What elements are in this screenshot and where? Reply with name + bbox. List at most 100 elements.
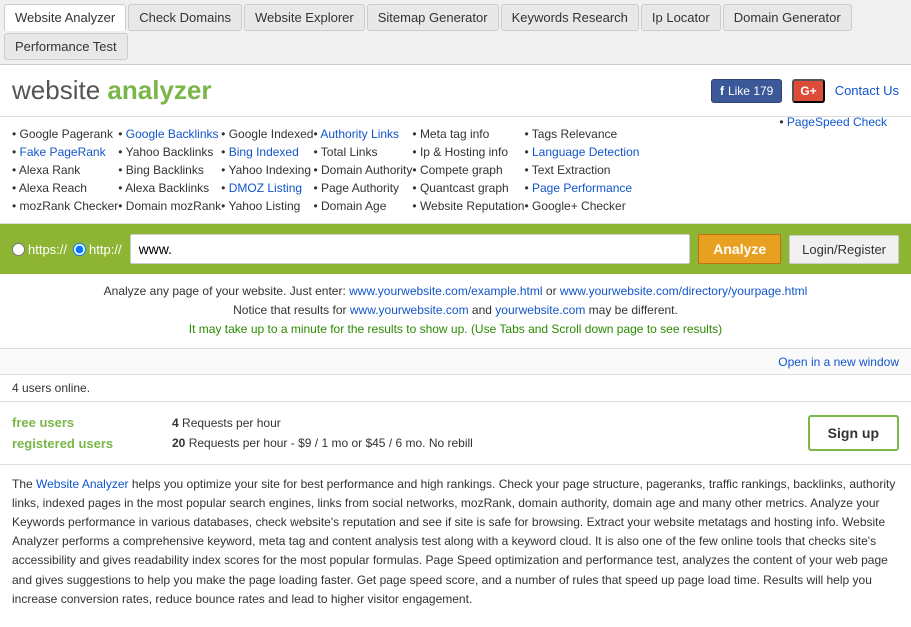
tab-sitemap-generator[interactable]: Sitemap Generator [367,4,499,31]
alexa-reach-link[interactable]: Alexa Reach [19,181,87,195]
users-labels: free users registered users [12,412,172,454]
notice-link-3[interactable]: www.yourwebsite.com [350,303,469,317]
tab-performance-test[interactable]: Performance Test [4,33,128,60]
website-analyzer-link[interactable]: Website Analyzer [36,477,129,491]
right-links: Keyword Analyzer Meta Tag Analyzer Reada… [779,117,899,131]
https-radio[interactable] [12,243,25,256]
links-col-4: Authority Links Total Links Domain Autho… [313,125,412,215]
free-users-label: free users [12,412,172,433]
list-item: PageSpeed Check [779,117,887,131]
http-radio[interactable] [73,243,86,256]
tab-check-domains[interactable]: Check Domains [128,4,242,31]
open-window-bar: Open in a new window [0,349,911,375]
url-input[interactable] [130,234,691,264]
language-detection-link[interactable]: Language Detection [532,145,639,159]
http-label: http:// [89,242,122,257]
list-item: Authority Links [313,125,412,143]
mozrank-checker-link[interactable]: mozRank Checker [20,199,119,213]
links-col-5: Meta tag info Ip & Hosting info Compete … [412,125,524,215]
list-item: mozRank Checker [12,197,118,215]
google-backlinks-link[interactable]: Google Backlinks [126,127,219,141]
google-plus-checker-link[interactable]: Google+ Checker [532,199,626,213]
bing-indexed-link[interactable]: Bing Indexed [229,145,299,159]
list-item: Compete graph [412,161,524,179]
links-col-1: Google Pagerank Fake PageRank Alexa Rank… [12,125,118,215]
list-item: Domain Authority [313,161,412,179]
tab-website-explorer[interactable]: Website Explorer [244,4,365,31]
header: website analyzer f Like 179 G+ Contact U… [0,65,911,117]
list-item: Domain mozRank [118,197,221,215]
logo-plain: website [12,75,107,105]
open-new-window-link[interactable]: Open in a new window [778,355,899,369]
login-register-button[interactable]: Login/Register [789,235,899,264]
notice-end: may be different. [589,303,678,317]
contact-link[interactable]: Contact Us [835,83,899,98]
list-item: Text Extraction [524,161,639,179]
notice-and: and [472,303,495,317]
header-actions: f Like 179 G+ Contact Us [711,79,899,103]
tab-domain-generator[interactable]: Domain Generator [723,4,852,31]
alexa-backlinks-link[interactable]: Alexa Backlinks [125,181,209,195]
domain-authority-link[interactable]: Domain Authority [321,163,412,177]
text-extraction-link[interactable]: Text Extraction [532,163,611,177]
page-authority-link[interactable]: Page Authority [321,181,399,195]
website-reputation-link[interactable]: Website Reputation [420,199,525,213]
bing-backlinks-link[interactable]: Bing Backlinks [126,163,204,177]
gplus-button[interactable]: G+ [792,79,824,103]
compete-graph-link[interactable]: Compete graph [420,163,503,177]
yahoo-backlinks-link[interactable]: Yahoo Backlinks [126,145,214,159]
signup-button[interactable]: Sign up [808,415,899,451]
facebook-like-label: Like 179 [728,84,773,98]
links-col-6: Tags Relevance Language Detection Text E… [524,125,639,215]
registered-users-label: registered users [12,433,172,454]
total-links-link[interactable]: Total Links [321,145,378,159]
links-section: Keyword Analyzer Meta Tag Analyzer Reada… [0,117,911,224]
alexa-rank-link[interactable]: Alexa Rank [19,163,80,177]
links-grid: Google Pagerank Fake PageRank Alexa Rank… [12,121,779,219]
list-item: Bing Backlinks [118,161,221,179]
page-performance-link[interactable]: Page Performance [532,181,632,195]
facebook-like-button[interactable]: f Like 179 [711,79,782,103]
list-item: Yahoo Backlinks [118,143,221,161]
users-details: 4 Requests per hour 20 Requests per hour… [172,413,808,453]
ip-hosting-info-link[interactable]: Ip & Hosting info [420,145,508,159]
https-radio-label[interactable]: https:// [12,242,67,257]
list-item: Language Detection [524,143,639,161]
registered-count: 20 [172,436,185,450]
list-item: Domain Age [313,197,412,215]
free-users-detail: 4 Requests per hour [172,413,808,433]
description-section: The Website Analyzer helps you optimize … [0,465,911,619]
registered-detail-label: Requests per hour - $9 / 1 mo or $45 / 6… [189,436,473,450]
http-radio-label[interactable]: http:// [73,242,122,257]
tab-website-analyzer[interactable]: Website Analyzer [4,4,126,31]
list-item: Alexa Reach [12,179,118,197]
domain-age-link[interactable]: Domain Age [321,199,386,213]
pagespeed-check-link[interactable]: PageSpeed Check [787,117,887,129]
quantcast-graph-link[interactable]: Quantcast graph [420,181,509,195]
notice-link-1[interactable]: www.yourwebsite.com/example.html [349,284,542,298]
yahoo-indexing-link[interactable]: Yahoo Indexing [229,163,312,177]
domain-mozrank-link[interactable]: Domain mozRank [126,199,221,213]
tab-ip-locator[interactable]: Ip Locator [641,4,721,31]
yahoo-listing-link[interactable]: Yahoo Listing [229,199,301,213]
authority-links-link[interactable]: Authority Links [320,127,399,141]
meta-tag-info-link[interactable]: Meta tag info [420,127,489,141]
search-section: https:// http:// Analyze Login/Register [0,224,911,274]
links-col-2: Google Backlinks Yahoo Backlinks Bing Ba… [118,125,221,215]
list-item: Ip & Hosting info [412,143,524,161]
google-pagerank-link[interactable]: Google Pagerank [20,127,113,141]
google-indexed-link[interactable]: Google Indexed [229,127,314,141]
notice-line2: Notice that results for www.yourwebsite.… [12,301,899,320]
list-item: Google Backlinks [118,125,221,143]
tags-relevance-link[interactable]: Tags Relevance [532,127,617,141]
fake-pagerank-link[interactable]: Fake PageRank [20,145,106,159]
list-item: Meta tag info [412,125,524,143]
notice-link-2[interactable]: www.yourwebsite.com/directory/yourpage.h… [560,284,807,298]
analyze-button[interactable]: Analyze [698,234,781,264]
notice-or: or [546,284,560,298]
tab-keywords-research[interactable]: Keywords Research [501,4,639,31]
notice-link-4[interactable]: yourwebsite.com [495,303,585,317]
top-navigation: Website Analyzer Check Domains Website E… [0,0,911,65]
users-info-section: free users registered users 4 Requests p… [0,402,911,465]
dmoz-listing-link[interactable]: DMOZ Listing [229,181,302,195]
